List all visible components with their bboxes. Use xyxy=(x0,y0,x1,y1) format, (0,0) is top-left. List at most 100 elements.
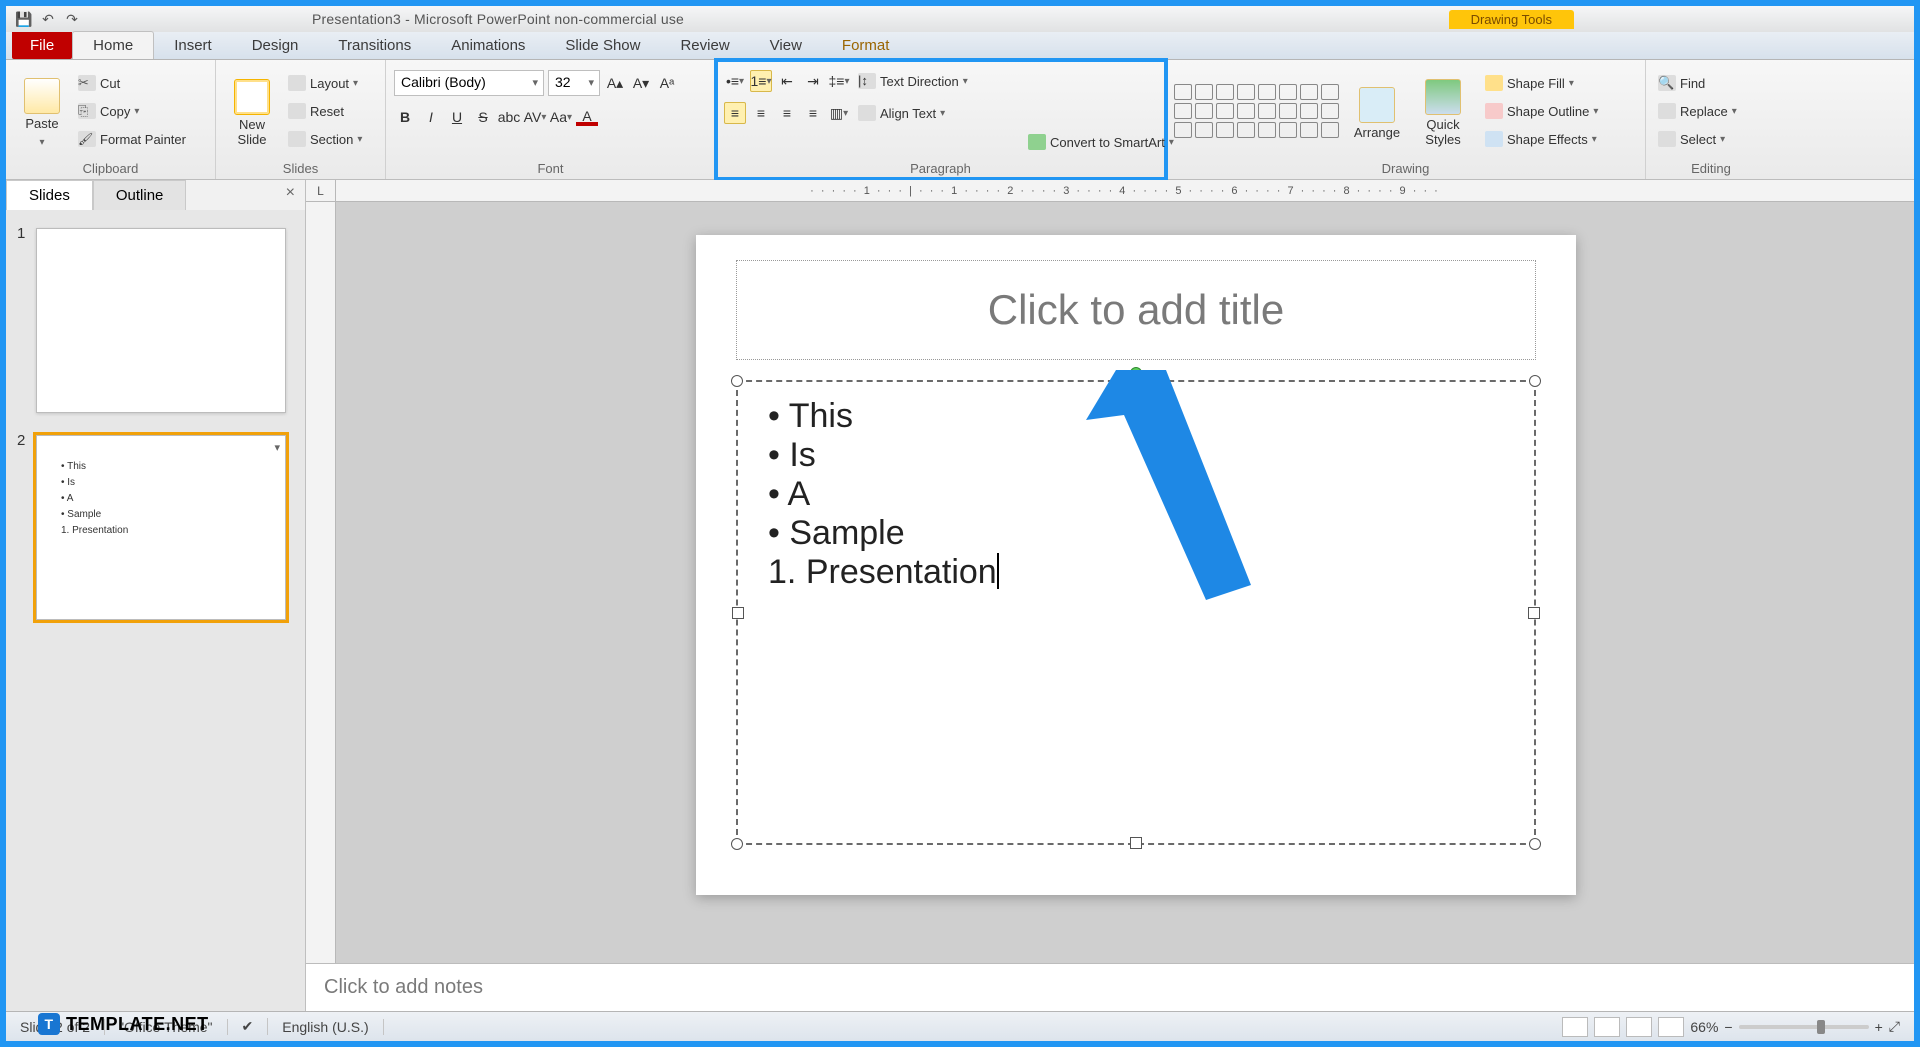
text-direction-button[interactable]: |↕Text Direction xyxy=(854,71,972,91)
align-text-button[interactable]: Align Text xyxy=(854,103,949,123)
tab-format[interactable]: Format xyxy=(822,32,910,59)
resize-handle[interactable] xyxy=(732,607,744,619)
horizontal-ruler[interactable]: · · · · · 1 · · · | · · · 1 · · · · 2 · … xyxy=(336,180,1914,202)
side-tab-outline[interactable]: Outline xyxy=(93,180,187,210)
tab-view[interactable]: View xyxy=(750,32,822,59)
tab-home[interactable]: Home xyxy=(72,31,154,59)
title-bar: 💾 ↶ ↷ Presentation3 - Microsoft PowerPoi… xyxy=(6,6,1914,32)
cut-button[interactable]: Cut xyxy=(74,73,207,93)
shadow-button[interactable]: abc xyxy=(498,106,520,128)
title-placeholder[interactable]: Click to add title xyxy=(736,260,1536,360)
qat-save-icon[interactable]: 💾 xyxy=(14,9,34,29)
align-right-button[interactable]: ≡ xyxy=(776,102,798,124)
shape-effects-button[interactable]: Shape Effects xyxy=(1481,129,1637,149)
shape-outline-button[interactable]: Shape Outline xyxy=(1481,101,1637,121)
line-spacing-button[interactable]: ‡≡ xyxy=(828,70,850,92)
change-case-button[interactable]: Aa xyxy=(550,106,572,128)
status-language[interactable]: English (U.S.) xyxy=(268,1019,383,1035)
resize-handle[interactable] xyxy=(731,375,743,387)
tab-design[interactable]: Design xyxy=(232,32,319,59)
tab-animations[interactable]: Animations xyxy=(431,32,545,59)
slide-thumbnail-1[interactable]: 1 xyxy=(36,228,286,413)
notes-pane[interactable]: Click to add notes xyxy=(306,963,1914,1011)
replace-button[interactable]: Replace xyxy=(1654,101,1768,121)
view-normal-button[interactable] xyxy=(1562,1017,1588,1037)
clear-formatting-button[interactable]: Aᵃ xyxy=(656,72,678,94)
scissors-icon xyxy=(78,75,96,91)
view-reading-button[interactable] xyxy=(1626,1017,1652,1037)
increase-indent-button[interactable]: ⇥ xyxy=(802,70,824,92)
zoom-out-button[interactable]: − xyxy=(1724,1019,1732,1035)
ribbon: Paste Cut Copy Format Painter Clipboard … xyxy=(6,60,1914,180)
columns-button[interactable]: ▥ xyxy=(828,102,850,124)
content-placeholder[interactable]: This Is A Sample Presentation xyxy=(736,380,1536,845)
resize-handle[interactable] xyxy=(1528,607,1540,619)
vertical-ruler[interactable] xyxy=(306,202,336,1011)
resize-handle[interactable] xyxy=(1130,837,1142,849)
italic-button[interactable]: I xyxy=(420,106,442,128)
thumbnail-2-preview: • This • Is • A • Sample 1. Presentation xyxy=(43,439,265,559)
decrease-indent-button[interactable]: ⇤ xyxy=(776,70,798,92)
font-name-select[interactable]: Calibri (Body) xyxy=(394,70,544,96)
numbering-button[interactable]: 1≡ xyxy=(750,70,772,92)
find-button[interactable]: 🔍Find xyxy=(1654,73,1768,93)
qat-undo-icon[interactable]: ↶ xyxy=(38,9,58,29)
thumb-line: Sample xyxy=(67,509,101,520)
format-painter-button[interactable]: Format Painter xyxy=(74,129,207,149)
tab-file[interactable]: File xyxy=(12,32,72,59)
tab-review[interactable]: Review xyxy=(660,32,749,59)
tab-slideshow[interactable]: Slide Show xyxy=(545,32,660,59)
smartart-icon xyxy=(1028,134,1046,150)
fit-to-window-button[interactable]: ⤢ xyxy=(1889,1018,1900,1035)
tab-insert[interactable]: Insert xyxy=(154,32,232,59)
quick-styles-icon xyxy=(1425,79,1461,115)
paste-button[interactable]: Paste xyxy=(14,74,70,148)
shrink-font-button[interactable]: A▾ xyxy=(630,72,652,94)
align-center-button[interactable]: ≡ xyxy=(750,102,772,124)
resize-handle[interactable] xyxy=(1529,838,1541,850)
shapes-gallery[interactable] xyxy=(1174,84,1339,138)
bold-button[interactable]: B xyxy=(394,106,416,128)
qat-redo-icon[interactable]: ↷ xyxy=(62,9,82,29)
layout-button[interactable]: Layout xyxy=(284,73,377,93)
convert-smartart-button[interactable]: Convert to SmartArt xyxy=(1024,132,1178,152)
resize-handle[interactable] xyxy=(1130,376,1142,388)
section-button[interactable]: Section xyxy=(284,129,377,149)
strike-button[interactable]: S xyxy=(472,106,494,128)
underline-button[interactable]: U xyxy=(446,106,468,128)
char-spacing-button[interactable]: AV xyxy=(524,106,546,128)
group-label-editing: Editing xyxy=(1654,158,1768,179)
side-tab-slides[interactable]: Slides xyxy=(6,180,93,210)
view-sorter-button[interactable] xyxy=(1594,1017,1620,1037)
status-spellcheck-icon[interactable]: ✔ xyxy=(228,1018,269,1035)
select-button[interactable]: Select xyxy=(1654,129,1768,149)
slides-panel: Slides Outline × 1 2 • This • Is • A • S… xyxy=(6,180,306,1011)
justify-button[interactable]: ≡ xyxy=(802,102,824,124)
shape-fill-button[interactable]: Shape Fill xyxy=(1481,73,1637,93)
reset-button[interactable]: Reset xyxy=(284,101,377,121)
paintbrush-icon xyxy=(78,131,96,147)
view-slideshow-button[interactable] xyxy=(1658,1017,1684,1037)
zoom-slider[interactable] xyxy=(1739,1025,1869,1029)
zoom-in-button[interactable]: + xyxy=(1875,1019,1883,1035)
arrange-button[interactable]: Arrange xyxy=(1349,83,1405,140)
slide-thumbnail-2[interactable]: 2 • This • Is • A • Sample 1. Presentati… xyxy=(36,435,286,620)
grow-font-button[interactable]: A▴ xyxy=(604,72,626,94)
align-left-button[interactable]: ≡ xyxy=(724,102,746,124)
thumb-line: 1. Presentation xyxy=(61,525,128,536)
select-icon xyxy=(1658,131,1676,147)
copy-button[interactable]: Copy xyxy=(74,101,207,121)
quick-styles-button[interactable]: Quick Styles xyxy=(1415,75,1471,147)
close-panel-button[interactable]: × xyxy=(276,180,305,210)
slide-canvas[interactable]: Click to add title This Is A Sample Pres… xyxy=(696,235,1576,895)
resize-handle[interactable] xyxy=(1529,375,1541,387)
content-text[interactable]: This Is A Sample Presentation xyxy=(738,382,1534,607)
group-slides: New Slide Layout Reset Section Slides xyxy=(216,60,386,179)
new-slide-button[interactable]: New Slide xyxy=(224,75,280,147)
tab-transitions[interactable]: Transitions xyxy=(318,32,431,59)
resize-handle[interactable] xyxy=(731,838,743,850)
bullets-button[interactable]: •≡ xyxy=(724,70,746,92)
font-size-select[interactable]: 32 xyxy=(548,70,600,96)
shape-effects-label: Shape Effects xyxy=(1507,132,1588,147)
font-color-button[interactable]: A xyxy=(576,106,598,128)
